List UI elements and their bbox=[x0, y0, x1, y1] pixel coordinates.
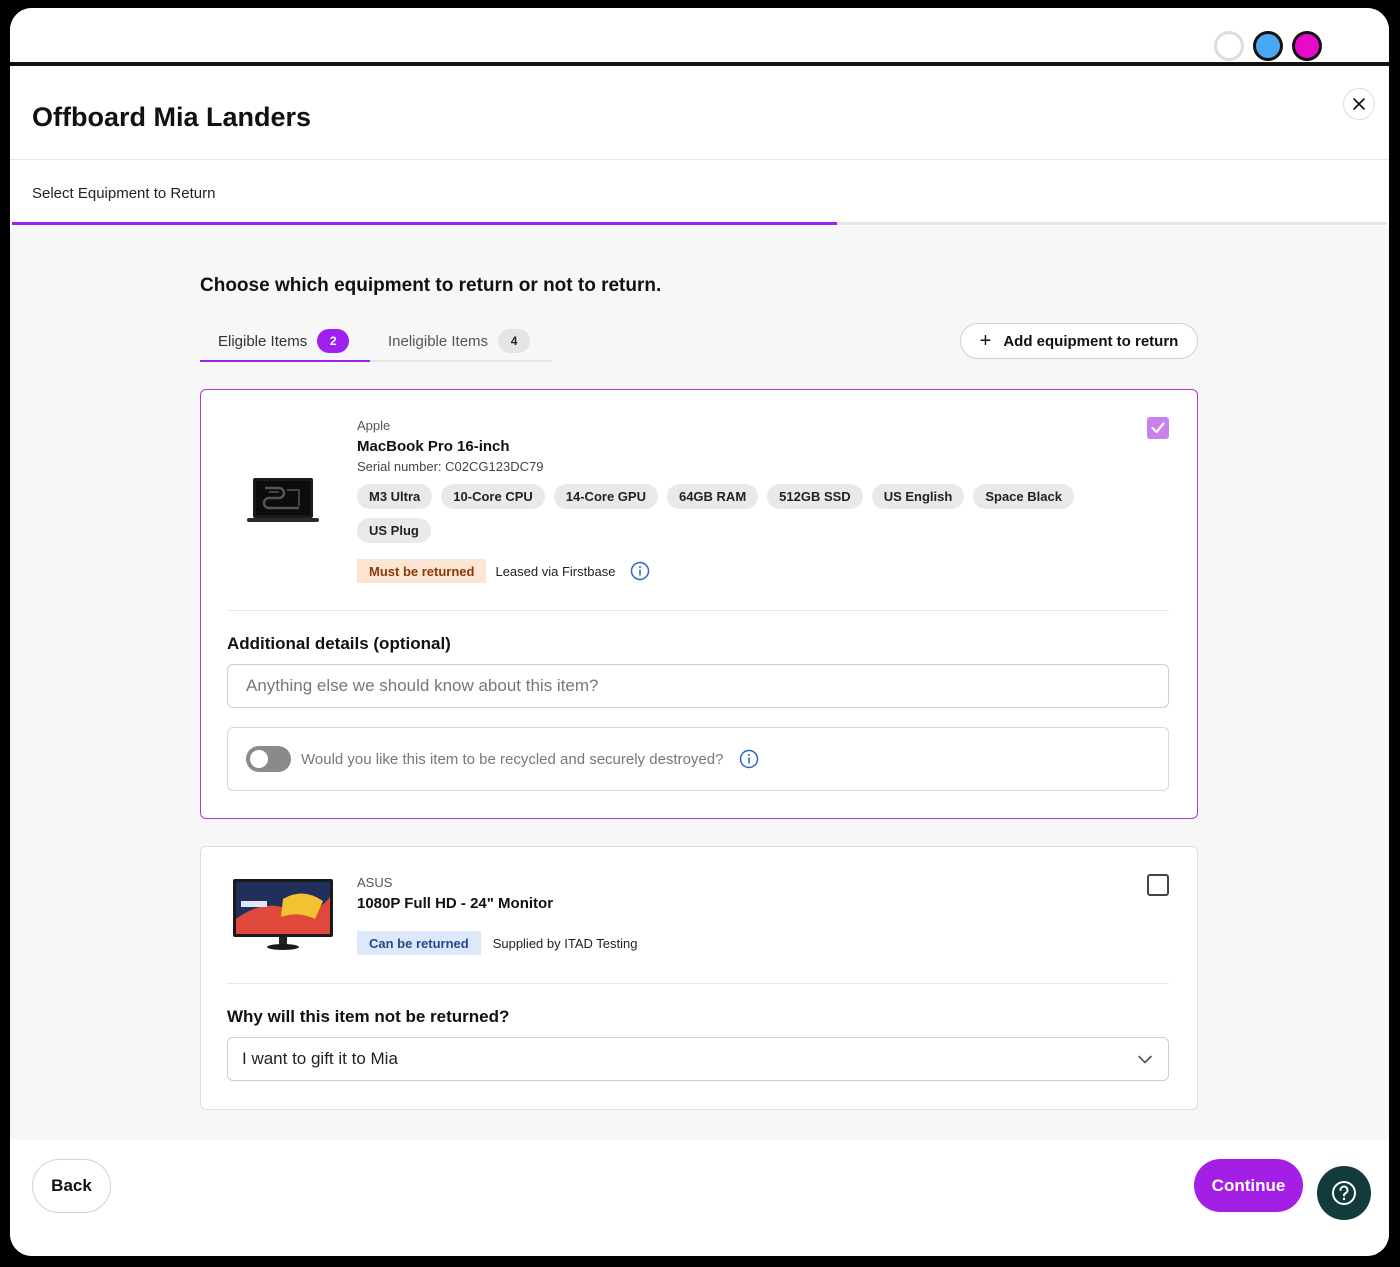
recycle-question: Would you like this item to be recycled … bbox=[301, 750, 724, 768]
app-window: Offboard Mia Landers Select Equipment to… bbox=[10, 8, 1389, 1256]
spec-chip: 64GB RAM bbox=[666, 484, 759, 509]
item-brand: Apple bbox=[357, 418, 391, 433]
toggle-knob bbox=[250, 750, 268, 768]
reason-select[interactable]: I want to gift it to Mia bbox=[227, 1037, 1169, 1081]
color-dot-blue[interactable] bbox=[1253, 31, 1283, 61]
chevron-down-icon bbox=[1138, 1055, 1152, 1064]
recycle-option: Would you like this item to be recycled … bbox=[227, 727, 1169, 791]
spec-chip: 512GB SSD bbox=[767, 484, 863, 509]
info-icon[interactable] bbox=[630, 561, 650, 581]
status-badge: Must be returned bbox=[357, 559, 487, 583]
spec-chip: US English bbox=[871, 484, 965, 509]
close-button[interactable] bbox=[1343, 88, 1375, 120]
reason-selected-value: I want to gift it to Mia bbox=[242, 1049, 398, 1068]
close-icon bbox=[1353, 98, 1365, 110]
item-status-row: Must be returned Leased via Firstbase bbox=[357, 559, 650, 583]
color-dot-magenta[interactable] bbox=[1292, 31, 1322, 61]
equipment-card-monitor: ASUS 1080P Full HD - 24" Monitor Can be … bbox=[200, 846, 1198, 1110]
card-divider bbox=[227, 983, 1169, 984]
check-icon bbox=[1151, 422, 1165, 434]
additional-details-input[interactable] bbox=[227, 664, 1169, 708]
item-select-checkbox[interactable] bbox=[1147, 417, 1169, 439]
add-equipment-button[interactable]: + Add equipment to return bbox=[960, 323, 1198, 359]
section-heading: Choose which equipment to return or not … bbox=[200, 275, 662, 296]
additional-details-title: Additional details (optional) bbox=[227, 634, 451, 653]
spec-chip: US Plug bbox=[357, 518, 431, 543]
help-button[interactable] bbox=[1317, 1166, 1371, 1220]
recycle-toggle[interactable] bbox=[246, 746, 291, 772]
equipment-card-macbook: Apple MacBook Pro 16-inch Serial number:… bbox=[200, 389, 1198, 819]
item-brand: ASUS bbox=[357, 875, 393, 890]
item-source: Supplied by ITAD Testing bbox=[492, 935, 638, 951]
plus-icon: + bbox=[979, 330, 992, 352]
tab-label: Ineligible Items bbox=[388, 332, 489, 350]
card-divider bbox=[227, 610, 1169, 611]
page-header: Offboard Mia Landers bbox=[10, 70, 1389, 160]
step-label: Select Equipment to Return bbox=[32, 185, 216, 202]
spec-chip: Space Black bbox=[973, 484, 1074, 509]
question-icon bbox=[1332, 1181, 1356, 1205]
item-name: 1080P Full HD - 24" Monitor bbox=[357, 895, 554, 912]
info-icon[interactable] bbox=[739, 749, 759, 769]
laptop-image bbox=[247, 478, 319, 522]
tab-count-badge: 2 bbox=[317, 329, 350, 353]
item-select-checkbox[interactable] bbox=[1147, 874, 1169, 896]
tab-ineligible-items[interactable]: Ineligible Items 4 bbox=[370, 322, 552, 362]
tab-label: Eligible Items bbox=[218, 332, 308, 350]
item-serial: Serial number: C02CG123DC79 bbox=[357, 459, 544, 474]
spec-chip: 10-Core CPU bbox=[441, 484, 545, 509]
tab-count-badge: 4 bbox=[498, 329, 531, 353]
progress-fill bbox=[12, 222, 837, 225]
window-topbar bbox=[10, 8, 1389, 66]
status-badge: Can be returned bbox=[357, 931, 481, 955]
color-dot-white[interactable] bbox=[1214, 31, 1244, 61]
add-equipment-label: Add equipment to return bbox=[1003, 332, 1179, 350]
back-button[interactable]: Back bbox=[32, 1159, 111, 1213]
stepper: Select Equipment to Return bbox=[10, 161, 1389, 227]
spec-chip: 14-Core GPU bbox=[553, 484, 658, 509]
monitor-image bbox=[233, 879, 333, 950]
spec-chip: M3 Ultra bbox=[357, 484, 433, 509]
main-content: Choose which equipment to return or not … bbox=[10, 226, 1389, 1140]
page-title: Offboard Mia Landers bbox=[32, 102, 312, 132]
item-source: Leased via Firstbase bbox=[495, 563, 616, 579]
page-footer: Back Continue bbox=[10, 1140, 1389, 1256]
item-status-row: Can be returned Supplied by ITAD Testing bbox=[357, 931, 637, 955]
spec-chip-list: M3 Ultra 10-Core CPU 14-Core GPU 64GB RA… bbox=[357, 484, 1117, 543]
tab-eligible-items[interactable]: Eligible Items 2 bbox=[200, 322, 370, 362]
reason-title: Why will this item not be returned? bbox=[227, 1007, 510, 1026]
item-name: MacBook Pro 16-inch bbox=[357, 438, 510, 455]
continue-button[interactable]: Continue bbox=[1194, 1159, 1303, 1212]
